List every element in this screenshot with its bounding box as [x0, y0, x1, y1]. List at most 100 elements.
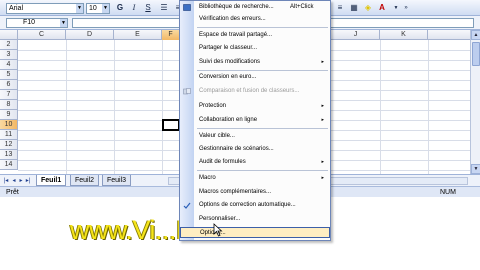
chevron-down-icon[interactable]: ▼ — [60, 19, 67, 27]
first-sheet-icon[interactable]: |◂ — [3, 177, 9, 185]
submenu-arrow-icon: ▸ — [321, 159, 324, 165]
sheet-tab-feuil3[interactable]: Feuil3 — [102, 175, 132, 186]
row-header-column: 2 3 4 5 6 7 8 9 10 11 12 13 14 — [0, 40, 18, 174]
row-header[interactable]: 13 — [0, 150, 18, 160]
row-header[interactable]: 14 — [0, 160, 18, 170]
italic-button[interactable]: I — [128, 2, 140, 14]
row-header-label: 11 — [4, 131, 13, 138]
submenu-arrow-icon: ▸ — [321, 59, 324, 65]
bold-button[interactable]: G — [114, 2, 126, 14]
column-header[interactable]: D — [66, 30, 114, 40]
row-header[interactable]: 2 — [0, 40, 18, 50]
menu-item-label: Suivi des modifications — [199, 59, 261, 65]
row-header[interactable]: 9 — [0, 110, 18, 120]
submenu-arrow-icon: ▸ — [321, 175, 324, 181]
last-sheet-icon[interactable]: ▸| — [25, 177, 31, 185]
sheet-tab-feuil2[interactable]: Feuil2 — [70, 175, 100, 186]
menu-item-goal-seek[interactable]: Valeur cible... — [180, 131, 330, 142]
menu-item-share-workbook[interactable]: Partager le classeur... — [180, 43, 330, 54]
menu-item-label: Audit de formules — [199, 159, 246, 165]
font-color-label: A — [379, 3, 385, 12]
previous-sheet-icon[interactable]: ◂ — [11, 177, 17, 185]
column-header-label: C — [38, 31, 45, 38]
row-header[interactable]: 7 — [0, 90, 18, 100]
next-sheet-glyph: ▸ — [19, 178, 23, 184]
menu-item-label: Vérification des erreurs... — [199, 16, 266, 22]
autocorrect-icon — [183, 202, 191, 209]
font-size-combo[interactable]: 10 ▼ — [86, 3, 110, 14]
menu-item-label: Options de correction automatique... — [199, 202, 296, 208]
name-box[interactable]: F10 ▼ — [6, 18, 68, 28]
menu-item-formula-auditing[interactable]: Audit de formules ▸ — [180, 157, 330, 168]
menu-item-research[interactable]: Bibliothèque de recherche... Alt+Click — [180, 2, 330, 13]
menu-item-online-collaboration[interactable]: Collaboration en ligne ▸ — [180, 115, 330, 126]
menu-item-macro[interactable]: Macro ▸ — [180, 173, 330, 184]
submenu-arrow-icon: ▸ — [321, 117, 324, 123]
name-box-value: F10 — [23, 19, 36, 26]
select-all-corner[interactable] — [0, 30, 18, 40]
row-header[interactable]: 4 — [0, 60, 18, 70]
row-header-label: 4 — [6, 61, 11, 68]
row-header-label: 8 — [6, 101, 11, 108]
research-book-icon — [183, 4, 191, 11]
sheet-tab-label: Feuil1 — [41, 177, 62, 184]
row-header-label: 2 — [6, 41, 11, 48]
sheet-tab-feuil1[interactable]: Feuil1 — [36, 175, 67, 186]
menu-separator — [197, 170, 328, 171]
align-left-icon[interactable]: ☰ — [158, 2, 170, 14]
align-right-icon[interactable]: ≡ — [334, 2, 346, 14]
row-header[interactable]: 11 — [0, 130, 18, 140]
menu-item-autocorrect[interactable]: Options de correction automatique... — [180, 200, 330, 211]
row-header[interactable]: 5 — [0, 70, 18, 80]
menu-item-compare-merge[interactable]: Comparaison et fusion de classeurs... — [180, 86, 330, 97]
menu-item-shared-workspace[interactable]: Espace de travail partagé... — [180, 30, 330, 41]
menu-item-options[interactable]: Options... — [180, 227, 330, 238]
row-header[interactable]: 12 — [0, 140, 18, 150]
bold-button-label: G — [116, 3, 124, 12]
status-ready: Prêt — [6, 189, 19, 196]
vertical-scrollbar[interactable]: ▲ ▼ — [470, 30, 480, 174]
menu-item-euro-conversion[interactable]: Conversion en euro... — [180, 72, 330, 83]
column-header-active[interactable]: F — [162, 30, 180, 40]
borders-icon[interactable]: ▦ — [348, 2, 360, 14]
column-header[interactable]: E — [114, 30, 162, 40]
chevron-down-icon[interactable]: ▼ — [102, 4, 109, 13]
column-header[interactable]: K — [380, 30, 428, 40]
row-header-active[interactable]: 10 — [0, 120, 18, 130]
submenu-arrow-icon: ▸ — [321, 103, 324, 109]
toolbar-options-icon[interactable]: » — [400, 2, 412, 14]
sheet-tab-label: Feuil3 — [107, 177, 127, 184]
scroll-down-icon[interactable]: ▼ — [471, 164, 480, 174]
fill-color-icon[interactable]: ◈ — [362, 2, 374, 14]
menu-item-add-ins[interactable]: Macros complémentaires... — [180, 187, 330, 198]
row-header[interactable]: 6 — [0, 80, 18, 90]
row-header[interactable]: 8 — [0, 100, 18, 110]
previous-sheet-glyph: ◂ — [12, 178, 16, 184]
tools-menu: Bibliothèque de recherche... Alt+Click V… — [179, 0, 331, 241]
chevron-down-icon[interactable]: ▼ — [76, 4, 83, 13]
row-header-label: 3 — [6, 51, 11, 58]
column-header[interactable] — [428, 30, 470, 40]
column-header[interactable]: C — [18, 30, 66, 40]
sheet-tab-label: Feuil2 — [75, 177, 95, 184]
column-header[interactable]: J — [332, 30, 380, 40]
column-header-label: E — [135, 31, 140, 38]
scrollbar-thumb[interactable] — [472, 42, 480, 66]
underline-button[interactable]: S — [142, 2, 154, 14]
menu-item-protection[interactable]: Protection ▸ — [180, 101, 330, 112]
next-sheet-icon[interactable]: ▸ — [18, 177, 24, 185]
first-sheet-glyph: |◂ — [3, 178, 9, 184]
active-cell[interactable] — [162, 119, 180, 131]
menu-item-scenarios[interactable]: Gestionnaire de scénarios... — [180, 144, 330, 155]
menu-item-track-changes[interactable]: Suivi des modifications ▸ — [180, 57, 330, 68]
menu-item-label: Collaboration en ligne — [199, 117, 258, 123]
font-name-combo[interactable]: Arial ▼ — [6, 3, 84, 14]
font-color-button[interactable]: A — [376, 2, 388, 14]
row-header-label: 6 — [6, 81, 11, 88]
last-sheet-glyph: ▸| — [25, 178, 31, 184]
column-header-label: F — [168, 31, 173, 38]
menu-item-error-checking[interactable]: Vérification des erreurs... — [180, 14, 330, 25]
scroll-up-icon[interactable]: ▲ — [471, 30, 480, 40]
row-header[interactable]: 3 — [0, 50, 18, 60]
menu-item-customize[interactable]: Personnaliser... — [180, 214, 330, 225]
